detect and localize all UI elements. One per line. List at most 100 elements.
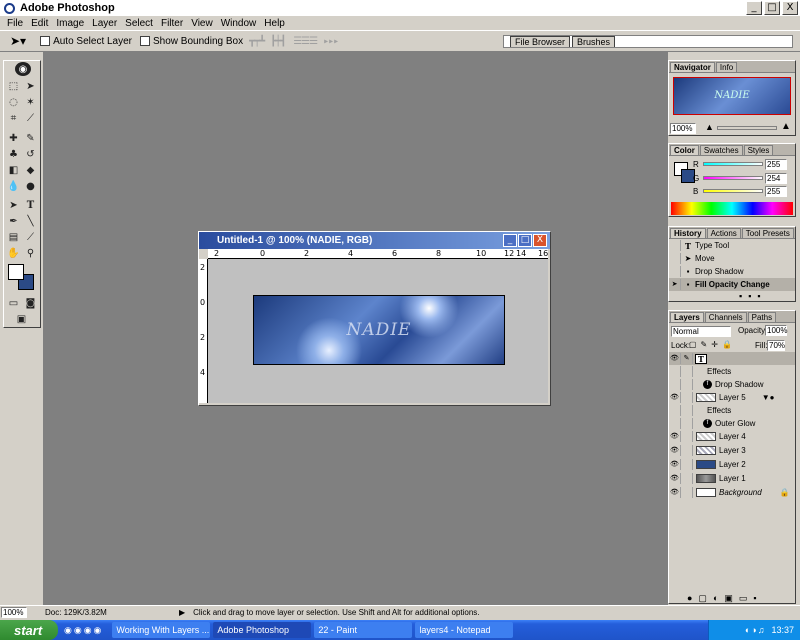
notes-icon[interactable]: ▤ bbox=[6, 230, 21, 245]
screen-mode-icon[interactable]: ▣ bbox=[14, 312, 29, 327]
banner-image[interactable]: NADIE bbox=[253, 295, 505, 365]
layer-row-effects[interactable]: Effects bbox=[669, 365, 795, 378]
eye-icon[interactable]: 👁 bbox=[669, 445, 681, 456]
history-item[interactable]: ▪ Drop Shadow bbox=[669, 265, 795, 278]
document-title-bar[interactable]: Untitled-1 @ 100% (NADIE, RGB) bbox=[199, 232, 550, 249]
layer-row-effects[interactable]: Effects bbox=[669, 404, 795, 417]
eye-icon[interactable]: 👁 bbox=[669, 353, 681, 364]
bounding-box-checkbox[interactable] bbox=[140, 36, 151, 46]
close-button[interactable]: X bbox=[782, 1, 798, 15]
file-browser-tab[interactable]: File Browser bbox=[510, 36, 571, 47]
blur-icon[interactable]: 💧 bbox=[6, 179, 21, 194]
eyedropper-icon[interactable]: ⟋ bbox=[23, 230, 38, 245]
lock-icons[interactable]: ▢✎✛🔒 bbox=[689, 340, 736, 349]
move-icon[interactable]: ➤ bbox=[23, 79, 38, 94]
auto-select-checkbox[interactable] bbox=[40, 36, 51, 46]
quick-mask-icon[interactable]: ◙ bbox=[23, 296, 38, 311]
menu-edit[interactable]: Edit bbox=[27, 18, 52, 29]
layer-row-outer-glow[interactable]: f Outer Glow bbox=[669, 417, 795, 430]
healing-brush-icon[interactable]: ✚ bbox=[6, 131, 21, 146]
path-selection-icon[interactable]: ➤ bbox=[6, 198, 21, 213]
navigator-thumbnail[interactable]: NADIE bbox=[673, 77, 791, 115]
tab-color[interactable]: Color bbox=[670, 145, 699, 155]
minimize-button[interactable]: _ bbox=[746, 1, 762, 15]
history-item-active[interactable]: ➤ ▪ Fill Opacity Change bbox=[669, 278, 795, 291]
foreground-color-swatch-front[interactable] bbox=[8, 264, 24, 280]
tab-channels[interactable]: Channels bbox=[704, 312, 747, 322]
color-spectrum[interactable] bbox=[671, 202, 793, 215]
start-button[interactable]: start bbox=[0, 620, 58, 640]
task-notepad[interactable]: layers4 - Notepad bbox=[415, 622, 514, 638]
red-slider[interactable] bbox=[703, 162, 763, 166]
tab-styles[interactable]: Styles bbox=[743, 145, 774, 155]
layer-row-4[interactable]: 👁 Layer 4 bbox=[669, 430, 795, 443]
eye-icon[interactable]: 👁 bbox=[669, 431, 681, 442]
task-working-with-layers[interactable]: Working With Layers ... bbox=[112, 622, 211, 638]
blue-value[interactable]: 255 bbox=[765, 186, 787, 197]
document-window[interactable]: Untitled-1 @ 100% (NADIE, RGB) _ □ X 2 0… bbox=[198, 231, 551, 406]
clone-stamp-icon[interactable]: ♣ bbox=[6, 147, 21, 162]
dodge-icon[interactable]: ● bbox=[23, 179, 38, 194]
doc-close-button[interactable]: X bbox=[533, 234, 547, 247]
quick-launch-icons[interactable]: ◉◉◉◉ bbox=[64, 625, 103, 636]
align-top-icon[interactable]: ┳┯┻ bbox=[249, 36, 265, 47]
brushes-tab[interactable]: Brushes bbox=[572, 36, 616, 47]
zoom-icon[interactable]: ⚲ bbox=[23, 246, 38, 261]
marquee-icon[interactable]: ⬚ bbox=[6, 79, 21, 94]
tab-tool-presets[interactable]: Tool Presets bbox=[741, 228, 794, 238]
crop-icon[interactable]: ⌗ bbox=[6, 111, 21, 126]
align-left-icon[interactable]: ┣┿┫ bbox=[270, 36, 286, 47]
magic-wand-icon[interactable]: ✶ bbox=[23, 95, 38, 110]
distribute-left-icon[interactable]: ▸▸▸ bbox=[323, 36, 339, 47]
brush-icon[interactable]: ✎ bbox=[23, 131, 38, 146]
opacity-field[interactable]: 100% bbox=[765, 325, 787, 336]
tab-swatches[interactable]: Swatches bbox=[699, 145, 743, 155]
navigator-zoom-slider[interactable] bbox=[717, 126, 777, 130]
task-adobe-photoshop[interactable]: Adobe Photoshop bbox=[213, 622, 312, 638]
layer-row-2[interactable]: 👁 Layer 2 bbox=[669, 458, 795, 471]
tab-paths[interactable]: Paths bbox=[747, 312, 777, 322]
doc-size[interactable]: Doc: 129K/3.82M bbox=[45, 608, 175, 617]
move-tool-preset-icon[interactable]: ➤▾ bbox=[10, 34, 26, 48]
menu-help[interactable]: Help bbox=[260, 18, 289, 29]
blend-mode-select[interactable]: Normal bbox=[671, 326, 731, 337]
hand-icon[interactable]: ✋ bbox=[6, 246, 21, 261]
document-canvas[interactable]: NADIE bbox=[208, 259, 548, 403]
tab-layers[interactable]: Layers bbox=[670, 312, 704, 322]
history-item[interactable]: ➤ Move bbox=[669, 252, 795, 265]
eye-icon[interactable]: 👁 bbox=[669, 487, 681, 498]
zoom-in-icon[interactable]: ▲ bbox=[781, 121, 791, 132]
fill-field[interactable]: 70% bbox=[767, 340, 785, 351]
paint-bucket-icon[interactable]: ◆ bbox=[23, 163, 38, 178]
menu-layer[interactable]: Layer bbox=[88, 18, 121, 29]
lasso-icon[interactable]: ◌ bbox=[6, 95, 21, 110]
layer-row-background[interactable]: 👁 Background 🔒 bbox=[669, 486, 795, 499]
layer-row-5[interactable]: 👁 Layer 5 ▼● bbox=[669, 391, 795, 404]
task-paint[interactable]: 22 - Paint bbox=[314, 622, 413, 638]
tab-info[interactable]: Info bbox=[715, 62, 738, 72]
red-value[interactable]: 255 bbox=[765, 159, 787, 170]
menu-filter[interactable]: Filter bbox=[157, 18, 187, 29]
eye-icon[interactable]: 👁 bbox=[669, 392, 681, 403]
eye-icon[interactable]: 👁 bbox=[669, 459, 681, 470]
menu-file[interactable]: File bbox=[3, 18, 27, 29]
green-slider[interactable] bbox=[703, 176, 763, 180]
eye-icon[interactable]: 👁 bbox=[669, 473, 681, 484]
distribute-top-icon[interactable]: ☰☰☰ bbox=[293, 36, 318, 47]
standard-mode-icon[interactable]: ▭ bbox=[6, 296, 21, 311]
eraser-icon[interactable]: ◧ bbox=[6, 163, 21, 178]
menu-select[interactable]: Select bbox=[121, 18, 157, 29]
layer-row-3[interactable]: 👁 Layer 3 bbox=[669, 444, 795, 457]
type-icon[interactable]: T bbox=[23, 198, 38, 213]
pen-icon[interactable]: ✒ bbox=[6, 214, 21, 229]
effects-indicator-icon[interactable]: ▼● bbox=[762, 393, 775, 402]
tab-history[interactable]: History bbox=[670, 228, 706, 238]
history-item[interactable]: T Type Tool bbox=[669, 239, 795, 252]
tray-icons[interactable]: ◐◑♫ bbox=[745, 625, 766, 635]
menu-view[interactable]: View bbox=[187, 18, 217, 29]
green-value[interactable]: 254 bbox=[765, 173, 787, 184]
layer-row-type[interactable]: 👁 ✎ T bbox=[669, 352, 795, 365]
tab-navigator[interactable]: Navigator bbox=[670, 62, 715, 72]
navigator-zoom-field[interactable]: 100% bbox=[670, 123, 696, 134]
menu-window[interactable]: Window bbox=[217, 18, 261, 29]
